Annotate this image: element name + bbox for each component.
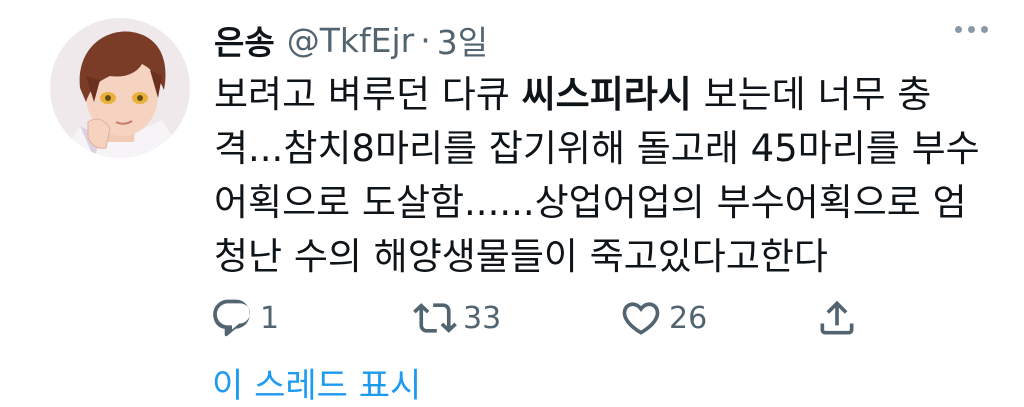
reply-count: 1: [260, 300, 280, 336]
tweet-text-bold: 씨스피라시: [521, 73, 692, 116]
reply-button[interactable]: 1: [210, 292, 279, 344]
more-dot: [981, 26, 988, 33]
share-button[interactable]: [815, 292, 859, 344]
retweet-button[interactable]: 33: [413, 292, 501, 344]
tweet-line: 보려고 벼루던 다큐 씨스피라시 보는데 너무 충: [214, 68, 1004, 122]
more-dot: [968, 26, 975, 33]
tweet-text-segment: 어획으로 도살함......상업어업의 부수어획으로 엄: [214, 181, 967, 224]
timestamp[interactable]: 3일: [437, 16, 488, 64]
like-icon: [622, 302, 660, 335]
tweet: 은송 @TkfEjr · 3일 보려고 벼루던 다큐 씨스피라시 보는데 너무 …: [0, 0, 1024, 406]
action-bar: 1 33 26: [210, 292, 870, 344]
tweet-line: 격...참치8마리를 잡기위해 돌고래 45마리를 부수: [214, 122, 1004, 176]
tweet-text-segment: 보는데 너무 충: [691, 73, 932, 116]
avatar[interactable]: [50, 18, 190, 158]
more-dot: [955, 26, 962, 33]
like-button[interactable]: 26: [619, 292, 707, 344]
retweet-icon: [413, 303, 457, 333]
tweet-text-segment: 보려고 벼루던 다큐: [214, 73, 522, 116]
avatar-image: [50, 18, 190, 158]
show-thread-link[interactable]: 이 스레드 표시: [212, 358, 421, 407]
tweet-text: 보려고 벼루던 다큐 씨스피라시 보는데 너무 충 격...참치8마리를 잡기위…: [214, 68, 1004, 284]
tweet-line: 어획으로 도살함......상업어업의 부수어획으로 엄: [214, 176, 1004, 230]
tweet-text-segment: 격...참치8마리를 잡기위해 돌고래 45마리를 부수: [214, 127, 980, 170]
share-icon: [820, 300, 854, 335]
user-handle[interactable]: @TkfEjr: [287, 21, 414, 60]
tweet-line: 청난 수의 해양생물들이 죽고있다고한다: [214, 230, 1004, 284]
display-name[interactable]: 은송: [214, 16, 275, 64]
like-count: 26: [669, 300, 708, 336]
tweet-text-segment: 청난 수의 해양생물들이 죽고있다고한다: [214, 235, 828, 278]
more-icon[interactable]: [955, 26, 988, 33]
separator: ·: [420, 20, 431, 60]
retweet-count: 33: [463, 300, 502, 336]
tweet-header: 은송 @TkfEjr · 3일: [214, 16, 488, 64]
reply-icon: [213, 299, 250, 337]
